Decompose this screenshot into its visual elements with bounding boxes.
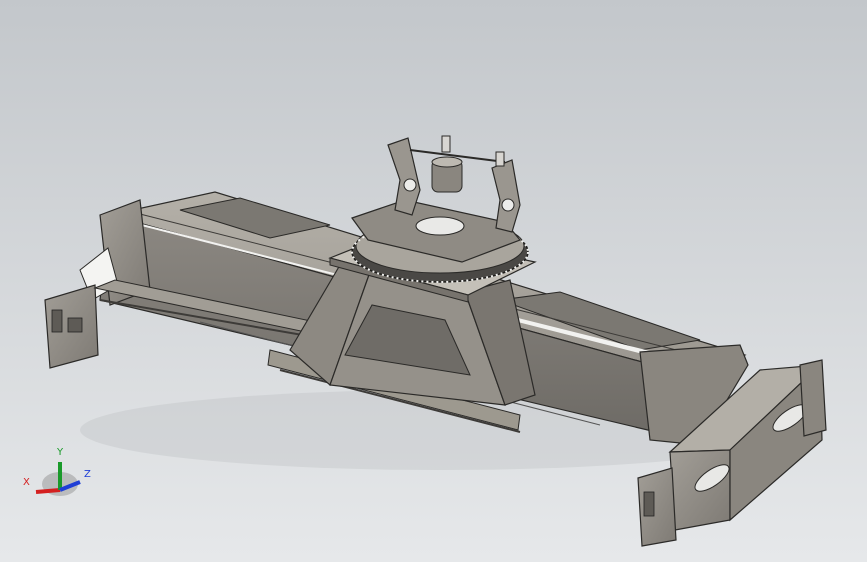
left-block-window-2 <box>67 317 83 333</box>
right-twistlock-block-back <box>799 359 827 437</box>
graphics-viewport[interactable]: X Y Z <box>0 0 867 562</box>
z-axis-label: Z <box>84 469 91 480</box>
x-axis-arrow <box>35 488 61 494</box>
rotator-center-hole <box>415 216 465 236</box>
y-axis-label: Y <box>57 447 64 458</box>
spring-stack-top <box>431 156 463 168</box>
hanger-lug-left <box>387 137 421 216</box>
spreader-assembly-model[interactable] <box>0 0 867 562</box>
top-bolt-right <box>495 151 505 167</box>
right-block-window <box>643 491 655 517</box>
top-bolt-left <box>441 135 451 153</box>
coordinate-triad: X Y Z <box>18 444 102 508</box>
hanger-lug-left-pin <box>403 178 417 192</box>
left-block-window-1 <box>51 309 63 333</box>
hanger-lug-right-pin <box>501 198 515 212</box>
x-axis-label: X <box>23 477 30 488</box>
